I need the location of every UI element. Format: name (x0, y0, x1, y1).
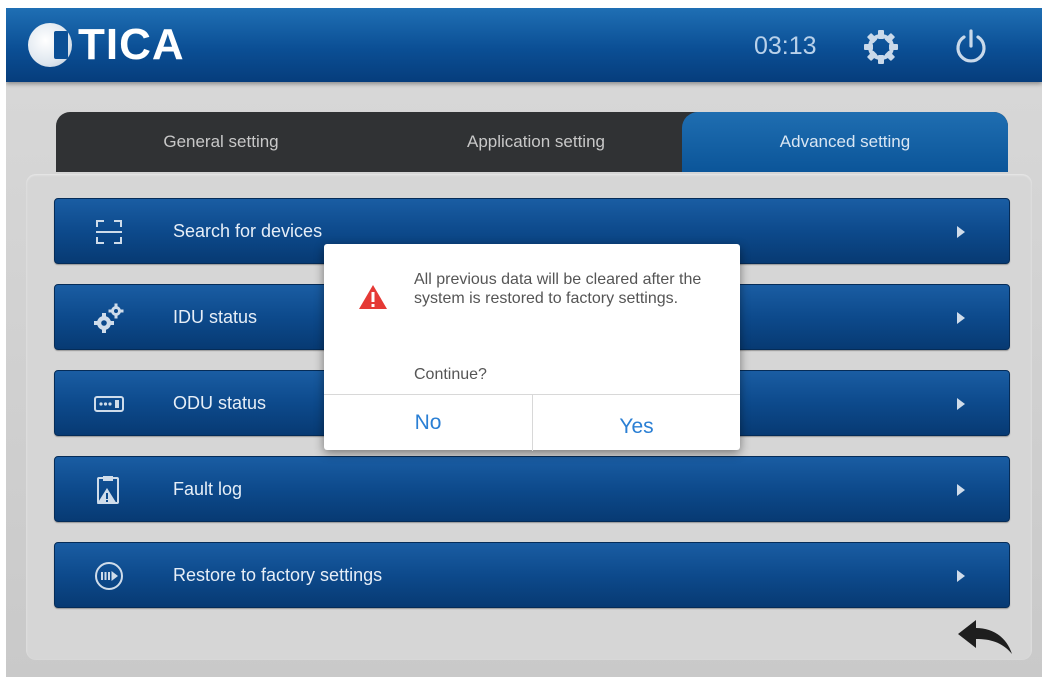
header-bar: TICA 03:13 (6, 8, 1042, 82)
tab-application-setting[interactable]: Application setting (386, 112, 686, 172)
tab-advanced-setting[interactable]: Advanced setting (682, 112, 1008, 172)
chevron-right-icon (957, 312, 965, 324)
menu-item-restore-factory[interactable]: Restore to factory settings (54, 542, 1010, 608)
confirm-dialog: All previous data will be cleared after … (324, 244, 740, 451)
menu-item-label: Fault log (173, 479, 243, 499)
device-screen: TICA 03:13 General setting Application s… (6, 8, 1042, 677)
power-icon[interactable] (952, 28, 990, 66)
settings-gear-icon[interactable] (862, 28, 900, 66)
yes-button[interactable]: Yes (532, 395, 740, 451)
chevron-right-icon (957, 226, 965, 238)
clock-time: 03:13 (754, 32, 817, 60)
warning-icon (359, 285, 387, 309)
no-button[interactable]: No (324, 395, 532, 451)
dialog-message: All previous data will be cleared after … (414, 271, 702, 307)
menu-item-label: IDU status (173, 307, 258, 327)
chevron-right-icon (957, 570, 965, 582)
brand-logo: TICA (28, 18, 185, 72)
tab-general-setting[interactable]: General setting (56, 112, 386, 172)
fault-log-icon (97, 476, 119, 504)
restore-icon (95, 562, 123, 590)
brand-name: TICA (78, 20, 185, 69)
menu-item-label: Search for devices (173, 221, 323, 241)
chevron-right-icon (957, 484, 965, 496)
scan-icon (96, 220, 122, 244)
dialog-button-row: No Yes (324, 394, 740, 451)
gears-icon (94, 303, 124, 333)
dialog-confirm-text: Continue? (414, 366, 487, 383)
chevron-right-icon (957, 398, 965, 410)
settings-tabs: General setting Application setting Adva… (56, 112, 1008, 172)
menu-item-label: Restore to factory settings (173, 565, 383, 585)
menu-item-label: ODU status (173, 393, 267, 413)
back-arrow-icon[interactable] (956, 616, 1016, 656)
menu-item-fault-log[interactable]: Fault log (54, 456, 1010, 522)
outdoor-unit-icon (94, 396, 124, 412)
logo-mark-icon (28, 23, 72, 67)
